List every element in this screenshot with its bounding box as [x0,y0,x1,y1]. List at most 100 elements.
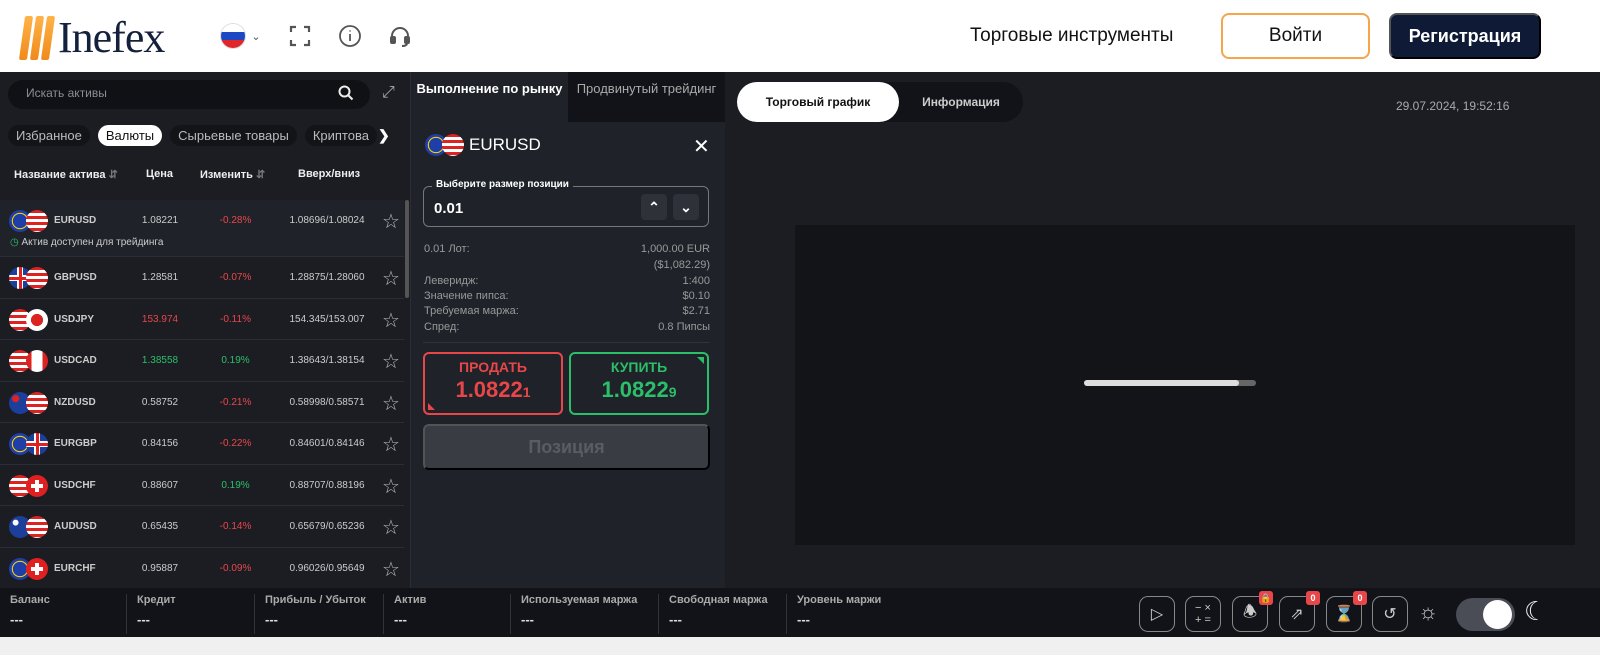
star-icon[interactable]: ☆ [382,391,400,416]
info-row: Требуемая маржа: $2.71 [424,305,710,317]
asset-rows: EURUSD 1.08221 -0.28% 1.08696/1.08024 ☆ ◷ Акт… [0,200,404,589]
asset-row[interactable]: AUDUSD 0.65435 -0.14% 0.65679/0.65236 ☆ [0,506,404,548]
info-row: 0.01 Лот: 1,000.00 EUR [424,243,710,255]
nz-us-flags-icon [9,391,49,414]
asset-search-input[interactable]: Искать активы [8,80,370,109]
star-icon[interactable]: ☆ [382,432,400,457]
account-bar: Баланс --- Кредит --- Прибыль / Убыток --- … [0,588,1600,637]
eu-us-flags-icon [425,134,464,156]
trading-instruments-link[interactable]: Торговые инструменты [970,25,1173,47]
stat-used-margin: Используемая маржа --- [510,594,637,634]
sun-icon: ☼ [1418,599,1439,624]
play-icon[interactable]: ▷ [1139,596,1175,632]
gb-us-flags-icon [9,267,49,289]
eu-us-flags-icon [9,210,49,232]
sort-icon: ⇵ [108,169,118,181]
star-icon[interactable]: ☆ [382,308,400,333]
datetime: 29.07.2024, 19:52:16 [1396,99,1510,113]
au-us-flags-icon [9,516,49,538]
position-size-value[interactable]: 0.01 [434,200,463,217]
position-size-label: Выберите размер позиции [432,179,573,190]
info-row: Левeридж: 1:400 [424,275,710,287]
asset-row[interactable]: EURCHF 0.95887 -0.09% 0.96026/0.95649 ☆ [0,548,404,589]
asset-list-scrollbar[interactable] [405,200,409,298]
theme-toggle[interactable] [1456,598,1515,631]
pending-badge: 0 [1353,591,1367,605]
register-button[interactable]: Регистрация [1389,13,1541,59]
asset-list-panel: Искать активы ⤢ Избранное Валюты Сырьевы… [0,72,410,589]
russia-flag-icon [221,24,246,48]
logo-text: Inefex [58,13,165,62]
language-selector[interactable]: ⌄ [218,22,264,50]
asset-row[interactable]: USDJPY 153.974 -0.11% 154.345/153.007 ☆ [0,299,404,340]
asset-row[interactable]: USDCHF 0.88607 0.19% 0.88707/0.88196 ☆ [0,465,404,506]
expand-icon[interactable]: ⤢ [382,84,395,102]
star-icon[interactable]: ☆ [382,474,400,499]
star-icon[interactable]: ☆ [382,266,400,291]
asset-row[interactable]: EURUSD 1.08221 -0.28% 1.08696/1.08024 ☆ ◷ Акт… [0,200,404,257]
calculator-icon[interactable]: − × + = [1185,596,1221,632]
stat-credit: Кредит --- [126,594,176,634]
column-highlow: Вверх/вниз [298,168,361,180]
moon-icon: ☾ [1524,596,1548,626]
asset-row[interactable]: GBPUSD 1.28581 -0.07% 1.28875/1.28060 ☆ [0,257,404,299]
position-button[interactable]: Позиция [423,424,710,470]
trade-symbol: EURUSD [425,134,541,156]
tab-trading-chart[interactable]: Торговый график [737,82,899,122]
clock-icon: ◷ [10,237,19,248]
availability-note: ◷ Актив доступен для трейдинга [10,237,164,248]
stat-balance: Баланс --- [10,594,50,627]
lock-badge-icon: 🔒 [1259,591,1273,605]
category-tabs: Избранное Валюты Сырьевые товары Криптов… [8,125,398,146]
history-icon[interactable]: ↺ [1372,596,1408,632]
info-icon[interactable] [336,22,364,50]
eu-gb-flags-icon [9,433,49,455]
sell-button[interactable]: ПРОДАТЬ 1.08221 [423,352,563,415]
logo[interactable]: Inefex [18,12,165,63]
chart-area[interactable] [795,225,1575,545]
column-change[interactable]: Изменить ⇵ [200,168,265,181]
loading-bar [1084,380,1256,386]
category-commodities[interactable]: Сырьевые товары [170,125,297,146]
chart-tabs: Торговый график Информация [737,82,1023,122]
orders-arrows-icon[interactable]: ⇗ 0 [1279,591,1320,632]
orders-badge: 0 [1306,591,1320,605]
hourglass-icon[interactable]: ⌛ 0 [1326,591,1367,632]
sort-icon: ⇵ [255,169,266,181]
tab-information[interactable]: Информация [899,82,1023,122]
category-crypto[interactable]: Криптова [304,125,377,146]
star-icon[interactable]: ☆ [382,515,400,540]
asset-row[interactable]: USDCAD 1.38558 0.19% 1.38643/1.38154 ☆ [0,340,404,382]
close-icon[interactable]: ✕ [693,134,710,159]
star-icon[interactable]: ☆ [382,349,400,374]
star-icon[interactable]: ☆ [382,557,400,582]
trade-panel: Выполнение по рынку Продвинутый трейдинг… [410,72,725,588]
chevron-right-icon[interactable]: ❯ [378,127,390,144]
bottom-strip [0,637,1600,655]
asset-row[interactable]: EURGBP 0.84156 -0.22% 0.84601/0.84146 ☆ [0,423,404,465]
support-headset-icon[interactable] [386,22,414,50]
info-row: Значение пипса: $0.10 [424,290,710,302]
decrease-size-button[interactable]: ⌄ [673,194,699,220]
column-price: Цена [146,168,174,180]
increase-size-button[interactable]: ⌃ [641,194,667,220]
category-favorites[interactable]: Избранное [8,125,90,146]
star-icon[interactable]: ☆ [382,209,400,234]
tab-advanced-trading[interactable]: Продвинутый трейдинг [568,72,725,122]
category-currencies[interactable]: Валюты [97,125,163,146]
logo-mark [18,15,56,60]
stat-free-margin: Свободная маржа --- [658,594,768,634]
tab-market-execution[interactable]: Выполнение по рынку [411,72,568,122]
header: Inefex ⌄ Торговые инструменты Войти Реги… [0,0,1600,72]
position-size-input[interactable]: Выберите размер позиции 0.01 ⌃ ⌄ [423,179,709,227]
bell-icon[interactable]: 🕭 🔒 [1232,591,1273,632]
login-button[interactable]: Войти [1221,13,1370,59]
divider [423,342,710,343]
buy-button[interactable]: КУПИТЬ 1.08229 [569,352,709,415]
column-name[interactable]: Название актива ⇵ [14,168,118,181]
fullscreen-icon[interactable] [286,22,314,50]
stat-equity: Актив --- [383,594,426,634]
search-icon[interactable] [338,85,354,104]
eu-ch-flags-icon [9,557,49,580]
asset-row[interactable]: NZDUSD 0.58752 -0.21% 0.58998/0.58571 ☆ [0,382,404,423]
